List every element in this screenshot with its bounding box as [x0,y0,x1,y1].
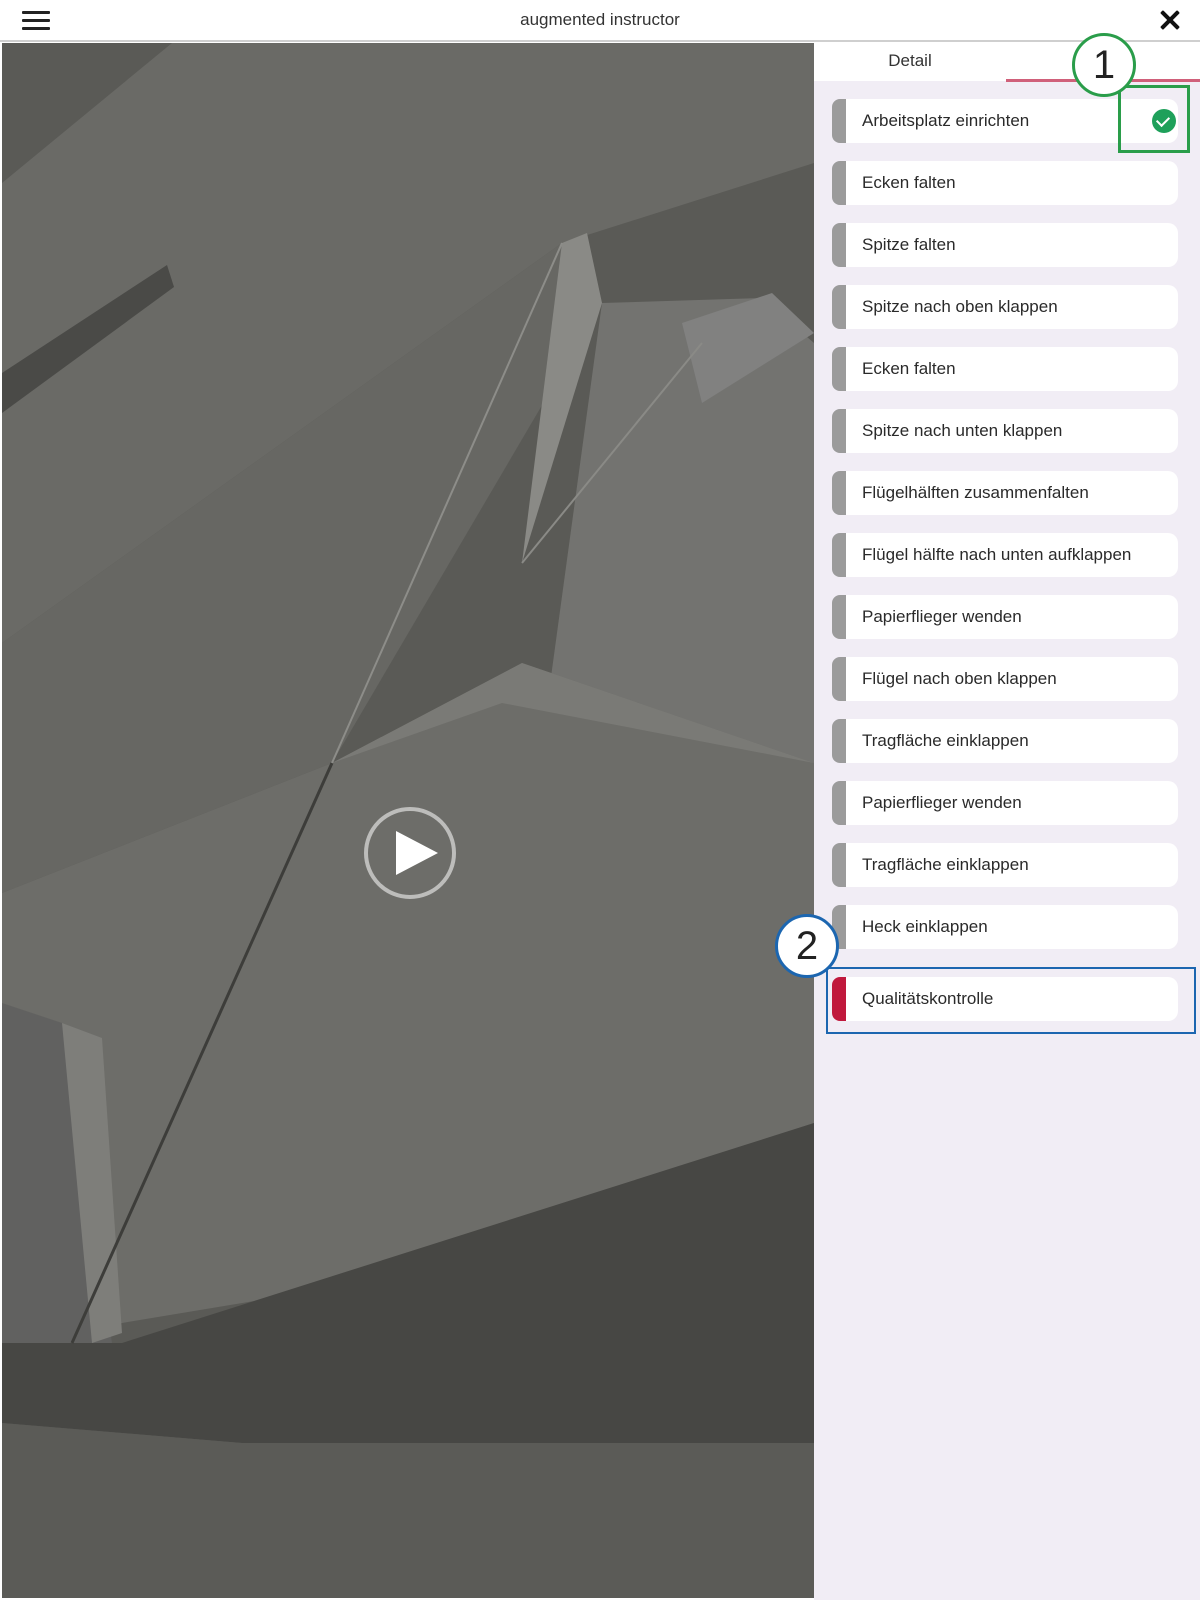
step-label: Ecken falten [862,173,956,192]
panel-tabs: Detail [814,43,1200,82]
step-label: Spitze nach oben klappen [862,297,1058,316]
step-label: Flügel hälfte nach unten aufklappen [862,545,1132,564]
play-icon [396,831,438,875]
play-button[interactable] [364,807,456,899]
step-status-bar [832,99,846,143]
step-status-bar [832,161,846,205]
callout-marker-1: 1 [1072,33,1136,97]
step-label: Tragfläche einklappen [862,855,1029,874]
step-status-bar [832,409,846,453]
step-item[interactable]: Papierflieger wenden [832,781,1178,825]
step-status-bar [832,223,846,267]
highlight-box-1 [1118,85,1190,153]
step-status-bar [832,719,846,763]
highlight-box-2 [826,967,1196,1034]
step-item[interactable]: Ecken falten [832,347,1178,391]
step-item[interactable]: Flügelhälften zusammenfalten [832,471,1178,515]
step-status-bar [832,533,846,577]
steps-panel: Detail Arbeitsplatz einrichten Ecken fal… [814,43,1200,1600]
step-item[interactable]: Spitze falten [832,223,1178,267]
step-status-bar [832,781,846,825]
step-label: Spitze nach unten klappen [862,421,1063,440]
step-item[interactable]: Ecken falten [832,161,1178,205]
step-status-bar [832,347,846,391]
step-label: Papierflieger wenden [862,607,1022,626]
app-title: augmented instructor [520,10,680,29]
step-status-bar [832,843,846,887]
step-item[interactable]: Spitze nach unten klappen [832,409,1178,453]
step-label: Flügelhälften zusammenfalten [862,483,1089,502]
step-label: Arbeitsplatz einrichten [862,111,1030,130]
step-item[interactable]: Tragfläche einklappen [832,719,1178,763]
step-label: Spitze falten [862,235,956,254]
step-item[interactable]: Spitze nach oben klappen [832,285,1178,329]
step-item[interactable]: Papierflieger wenden [832,595,1178,639]
close-icon[interactable] [1156,6,1184,34]
step-item[interactable]: Tragfläche einklappen [832,843,1178,887]
step-status-bar [832,471,846,515]
tab-detail[interactable]: Detail [814,43,1006,81]
step-item[interactable]: Flügel hälfte nach unten aufklappen [832,533,1178,577]
top-bar: augmented instructor [0,0,1200,42]
step-label: Tragfläche einklappen [862,731,1029,750]
step-label: Ecken falten [862,359,956,378]
callout-marker-2: 2 [775,914,839,978]
video-player[interactable] [2,43,814,1598]
step-label: Papierflieger wenden [862,793,1022,812]
step-status-bar [832,285,846,329]
step-item[interactable]: Flügel nach oben klappen [832,657,1178,701]
step-label: Flügel nach oben klappen [862,669,1057,688]
step-status-bar [832,595,846,639]
step-item[interactable]: Heck einklappen [832,905,1178,949]
step-status-bar [832,657,846,701]
step-label: Heck einklappen [862,917,988,936]
